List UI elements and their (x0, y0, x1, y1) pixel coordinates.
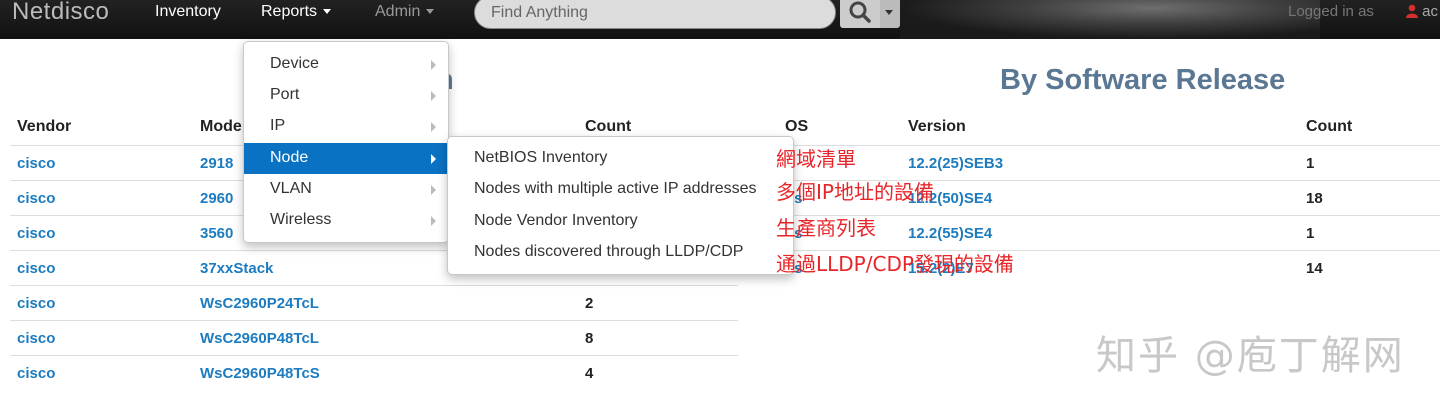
count-value: 1 (1306, 225, 1315, 242)
chevron-down-icon (323, 9, 332, 15)
count-value: 18 (1306, 190, 1323, 207)
model-link[interactable]: 3560 (200, 225, 233, 242)
brand-logo[interactable]: Netdisco (12, 0, 109, 26)
header-count: Count (1306, 118, 1353, 135)
submenu-lldp-cdp-nodes[interactable]: Nodes discovered through LLDP/CDP (474, 243, 743, 261)
menu-item-label: Wireless (270, 211, 332, 228)
count-value: 4 (585, 365, 594, 382)
chevron-right-icon (431, 122, 436, 132)
table-row: cisco WsC2960P48TcL 8 (10, 320, 738, 356)
model-link[interactable]: WsC2960P48TcL (200, 330, 319, 347)
menu-item-label: Node (270, 149, 309, 166)
header-vendor: Vendor (17, 118, 72, 135)
menu-item-label: Device (270, 55, 319, 72)
count-value: 14 (1306, 260, 1323, 277)
menu-item-port[interactable]: Port (244, 80, 448, 111)
annotation-netbios: 網域清單 (776, 147, 856, 171)
node-submenu: NetBIOS Inventory Nodes with multiple ac… (447, 136, 794, 275)
chevron-down-icon (426, 9, 435, 15)
nav-reports[interactable]: Reports (261, 3, 332, 21)
menu-item-device[interactable]: Device (244, 49, 448, 80)
annotation-lldp-cdp: 通過LLDP/CDP發現的設備 (776, 252, 1014, 276)
version-link[interactable]: 12.2(25)SEB3 (908, 155, 1003, 172)
table-row: os 12.2(55)SE4 1 (778, 215, 1440, 251)
disco-ball-banner (900, 0, 1320, 39)
search-options-button[interactable] (880, 0, 900, 28)
annotation-multiple-ip: 多個IP地址的設備 (776, 180, 934, 204)
user-menu[interactable]: ac (1406, 3, 1438, 20)
menu-item-node[interactable]: Node (244, 143, 448, 174)
header-version: Version (908, 118, 966, 135)
nav-reports-label: Reports (261, 3, 318, 20)
nav-admin-label: Admin (375, 3, 421, 20)
table-row: cisco WsC2960P48TcS 4 (10, 355, 738, 391)
vendor-link[interactable]: cisco (17, 225, 55, 242)
model-link[interactable]: WsC2960P24TcL (200, 295, 319, 312)
header-model: Mode (200, 118, 242, 135)
model-link[interactable]: 37xxStack (200, 260, 273, 277)
chevron-right-icon (431, 216, 436, 226)
count-value: 1 (1306, 155, 1315, 172)
annotation-vendor: 生產商列表 (776, 216, 876, 240)
header-os: OS (785, 118, 809, 135)
submenu-netbios-inventory[interactable]: NetBIOS Inventory (474, 149, 607, 167)
nav-inventory[interactable]: Inventory (155, 3, 221, 21)
count-value: 8 (585, 330, 594, 347)
submenu-multiple-ip-nodes[interactable]: Nodes with multiple active IP addresses (474, 180, 757, 198)
chevron-right-icon (431, 154, 436, 164)
vendor-link[interactable]: cisco (17, 260, 55, 277)
search-icon (849, 1, 871, 23)
model-link[interactable]: 2960 (200, 190, 233, 207)
menu-item-ip[interactable]: IP (244, 111, 448, 142)
menu-item-label: VLAN (270, 180, 312, 197)
vendor-link[interactable]: cisco (17, 155, 55, 172)
top-navbar: Netdisco Inventory Reports Admin Logged … (0, 0, 1440, 39)
chevron-right-icon (431, 91, 436, 101)
menu-item-label: IP (270, 117, 286, 134)
model-link[interactable]: 2918 (200, 155, 233, 172)
nav-admin[interactable]: Admin (375, 3, 435, 21)
model-link[interactable]: WsC2960P48TcS (200, 365, 320, 382)
submenu-node-vendor-inventory[interactable]: Node Vendor Inventory (474, 212, 638, 230)
user-icon (1406, 4, 1418, 18)
vendor-link[interactable]: cisco (17, 365, 55, 382)
chevron-right-icon (431, 185, 436, 195)
vendor-link[interactable]: cisco (17, 190, 55, 207)
chevron-right-icon (431, 60, 436, 70)
section-title-software: By Software Release (1000, 64, 1286, 96)
menu-item-label: Port (270, 86, 300, 103)
reports-dropdown-menu: Device Port IP Node VLAN Wireless (243, 41, 449, 243)
version-link[interactable]: 12.2(55)SE4 (908, 225, 992, 242)
table-row: cisco WsC2960P24TcL 2 (10, 285, 738, 321)
chevron-down-icon (885, 10, 893, 15)
logged-in-label: Logged in as (1288, 3, 1374, 20)
menu-item-vlan[interactable]: VLAN (244, 174, 448, 205)
user-name: ac (1422, 3, 1439, 20)
vendor-link[interactable]: cisco (17, 330, 55, 347)
search-input[interactable] (474, 0, 836, 29)
search-button[interactable] (840, 0, 880, 28)
watermark: 知乎 @庖丁解网 (1096, 333, 1405, 379)
vendor-link[interactable]: cisco (17, 295, 55, 312)
header-count: Count (585, 118, 632, 135)
count-value: 2 (585, 295, 594, 312)
menu-item-wireless[interactable]: Wireless (244, 205, 448, 236)
